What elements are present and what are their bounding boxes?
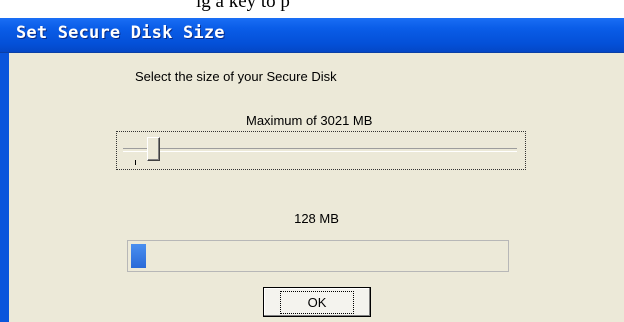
dialog-window: Set Secure Disk Size Select the size of …: [0, 18, 624, 322]
progress-fill: [131, 244, 146, 268]
window-title: Set Secure Disk Size: [16, 23, 225, 43]
title-bar[interactable]: Set Secure Disk Size: [0, 18, 624, 53]
ok-button[interactable]: OK: [263, 287, 371, 317]
ok-button-label: OK: [279, 290, 355, 314]
disk-size-slider[interactable]: [116, 131, 526, 170]
slider-tick: [135, 160, 136, 165]
document-caption: ig a key to p: [0, 0, 624, 18]
dialog-body: Select the size of your Secure Disk Maxi…: [9, 53, 624, 322]
slider-thumb[interactable]: [147, 137, 160, 161]
selected-size-label: 128 MB: [294, 211, 339, 226]
maximum-size-label: Maximum of 3021 MB: [246, 113, 373, 128]
slider-track: [123, 148, 517, 152]
document-caption-text: ig a key to p: [196, 0, 290, 12]
size-progress-bar: [127, 240, 509, 272]
instruction-text: Select the size of your Secure Disk: [135, 69, 337, 84]
